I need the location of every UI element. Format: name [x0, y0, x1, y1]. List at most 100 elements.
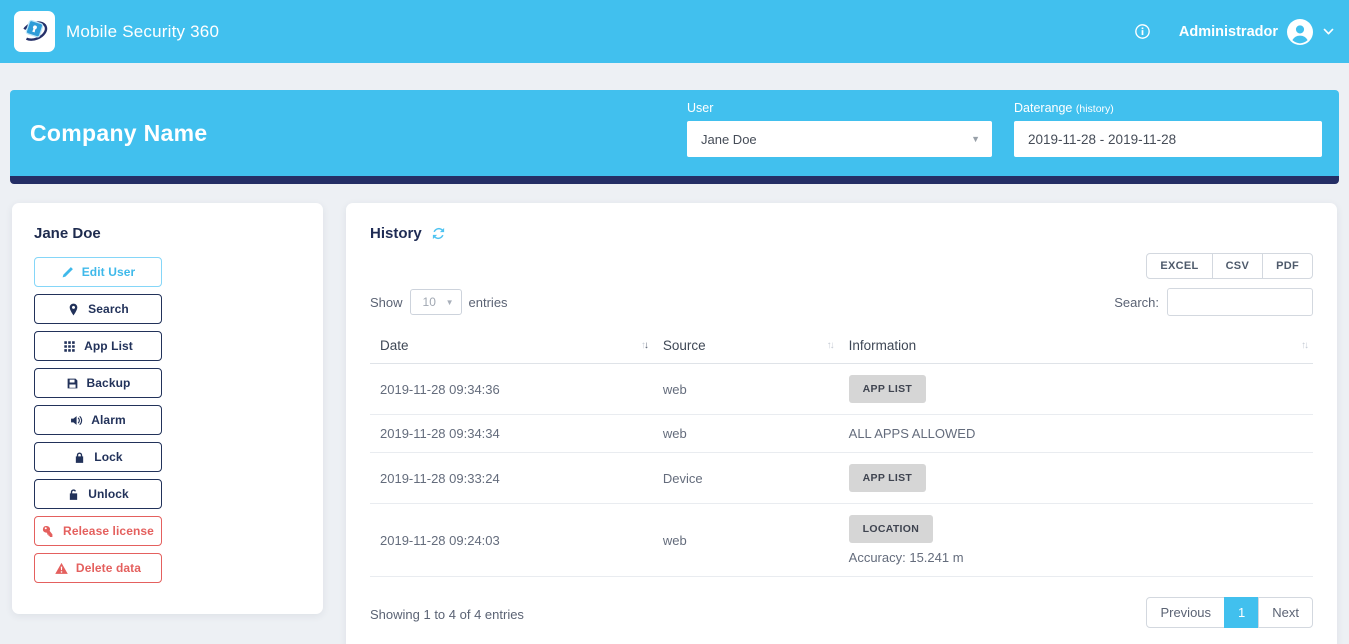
export-pdf-button[interactable]: PDF: [1262, 253, 1313, 279]
unlock-icon: [67, 488, 80, 501]
length-menu-suffix: entries: [469, 295, 508, 310]
chevron-down-icon: [1322, 25, 1335, 38]
delete-data-button[interactable]: Delete data: [34, 553, 162, 583]
table-row: 2019-11-28 09:34:36 web APP LIST: [370, 364, 1313, 415]
table-header-row: Date↑↓ Source↑↓ Information↑↓: [370, 329, 1313, 364]
user-field-label: User: [687, 101, 992, 115]
user-menu-label: Administrador: [1179, 24, 1278, 40]
history-table: Date↑↓ Source↑↓ Information↑↓ 2019-11-28…: [370, 329, 1313, 577]
refresh-icon[interactable]: [431, 226, 446, 241]
cell-information: APP LIST: [839, 364, 1313, 415]
next-page-button[interactable]: Next: [1258, 597, 1313, 628]
info-text: ALL APPS ALLOWED: [849, 426, 1303, 441]
page-1-button[interactable]: 1: [1224, 597, 1259, 628]
daterange-field: Daterange (history): [1014, 101, 1322, 157]
action-label: Search: [88, 302, 129, 316]
cell-information: APP LIST: [839, 453, 1313, 504]
cell-source: web: [653, 504, 839, 577]
cell-date: 2019-11-28 09:24:03: [370, 504, 653, 577]
daterange-input[interactable]: [1014, 121, 1322, 157]
sort-icon: ↑↓: [827, 340, 833, 351]
volume-icon: [70, 414, 83, 427]
info-circle-icon[interactable]: [1134, 23, 1151, 40]
export-excel-button[interactable]: EXCEL: [1146, 253, 1212, 279]
edit-user-button[interactable]: Edit User: [34, 257, 162, 287]
pagination: Previous 1 Next: [1146, 597, 1313, 628]
cell-source: Device: [653, 453, 839, 504]
unlock-button[interactable]: Unlock: [34, 479, 162, 509]
action-label: Release license: [63, 524, 154, 538]
lock-icon: [73, 451, 86, 464]
app-list-button[interactable]: App List: [34, 331, 162, 361]
sidebar-user-name: Jane Doe: [34, 225, 301, 242]
column-header-date[interactable]: Date↑↓: [370, 329, 653, 364]
cell-date: 2019-11-28 09:34:34: [370, 415, 653, 453]
brand-link[interactable]: Mobile Security 360: [14, 11, 219, 52]
cell-date: 2019-11-28 09:33:24: [370, 453, 653, 504]
user-circle-icon: [1287, 19, 1313, 45]
panel-title: History: [370, 225, 422, 242]
info-text: Accuracy: 15.241 m: [849, 550, 1303, 565]
app-title: Mobile Security 360: [66, 22, 219, 42]
action-label: App List: [84, 339, 133, 353]
page-size-select[interactable]: 10 ▼: [410, 289, 462, 315]
cell-source: web: [653, 415, 839, 453]
user-actions-sidebar: Jane Doe Edit User Search App List Backu…: [12, 203, 323, 614]
top-navbar: Mobile Security 360 Administrador: [0, 0, 1349, 63]
table-row: 2019-11-28 09:34:34 web ALL APPS ALLOWED: [370, 415, 1313, 453]
company-banner: Company Name User Jane Doe ▼ Daterange (…: [10, 90, 1339, 184]
sort-icon: ↑↓: [641, 340, 647, 351]
cell-information: LOCATION Accuracy: 15.241 m: [839, 504, 1313, 577]
action-label: Alarm: [91, 413, 126, 427]
page-size-value: 10: [423, 295, 436, 309]
user-menu[interactable]: Administrador: [1179, 19, 1335, 45]
history-panel: History EXCEL CSV PDF Show 10 ▼ entries …: [346, 203, 1337, 644]
warning-icon: [55, 562, 68, 575]
column-header-information[interactable]: Information↑↓: [839, 329, 1313, 364]
action-label: Edit User: [82, 265, 136, 279]
length-menu: Show 10 ▼ entries: [370, 289, 508, 315]
info-action-badge[interactable]: APP LIST: [849, 464, 926, 492]
search-input[interactable]: [1167, 288, 1313, 316]
company-name: Company Name: [30, 120, 207, 147]
user-select[interactable]: Jane Doe ▼: [687, 121, 992, 157]
table-summary: Showing 1 to 4 of 4 entries: [370, 607, 524, 628]
release-license-button[interactable]: Release license: [34, 516, 162, 546]
table-row: 2019-11-28 09:24:03 web LOCATION Accurac…: [370, 504, 1313, 577]
column-header-source[interactable]: Source↑↓: [653, 329, 839, 364]
cell-date: 2019-11-28 09:34:36: [370, 364, 653, 415]
table-body: 2019-11-28 09:34:36 web APP LIST 2019-11…: [370, 364, 1313, 577]
info-action-badge[interactable]: APP LIST: [849, 375, 926, 403]
action-label: Unlock: [88, 487, 129, 501]
user-select-value: Jane Doe: [701, 132, 757, 147]
app-logo-icon: [14, 11, 55, 52]
search-label: Search:: [1114, 295, 1159, 310]
sort-icon: ↑↓: [1301, 340, 1307, 351]
pencil-icon: [61, 266, 74, 279]
export-csv-button[interactable]: CSV: [1212, 253, 1264, 279]
cell-source: web: [653, 364, 839, 415]
daterange-label-suffix: (history): [1076, 103, 1114, 115]
previous-page-button[interactable]: Previous: [1146, 597, 1225, 628]
map-marker-icon: [67, 303, 80, 316]
action-label: Lock: [94, 450, 122, 464]
action-label: Delete data: [76, 561, 141, 575]
chevron-down-icon: ▼: [446, 298, 454, 307]
daterange-label: Daterange: [1014, 101, 1072, 115]
info-action-badge[interactable]: LOCATION: [849, 515, 933, 543]
length-menu-prefix: Show: [370, 295, 403, 310]
table-search: Search:: [1114, 288, 1313, 316]
export-button-group: EXCEL CSV PDF: [1146, 253, 1313, 279]
backup-button[interactable]: Backup: [34, 368, 162, 398]
alarm-button[interactable]: Alarm: [34, 405, 162, 435]
lock-button[interactable]: Lock: [34, 442, 162, 472]
sidebar-actions-list: Edit User Search App List Backup Alarm L…: [34, 257, 301, 583]
action-label: Backup: [87, 376, 131, 390]
user-field: User Jane Doe ▼: [687, 101, 992, 157]
save-icon: [66, 377, 79, 390]
chevron-down-icon: ▼: [971, 134, 980, 144]
table-row: 2019-11-28 09:33:24 Device APP LIST: [370, 453, 1313, 504]
search-button[interactable]: Search: [34, 294, 162, 324]
cell-information: ALL APPS ALLOWED: [839, 415, 1313, 453]
key-icon: [42, 525, 55, 538]
